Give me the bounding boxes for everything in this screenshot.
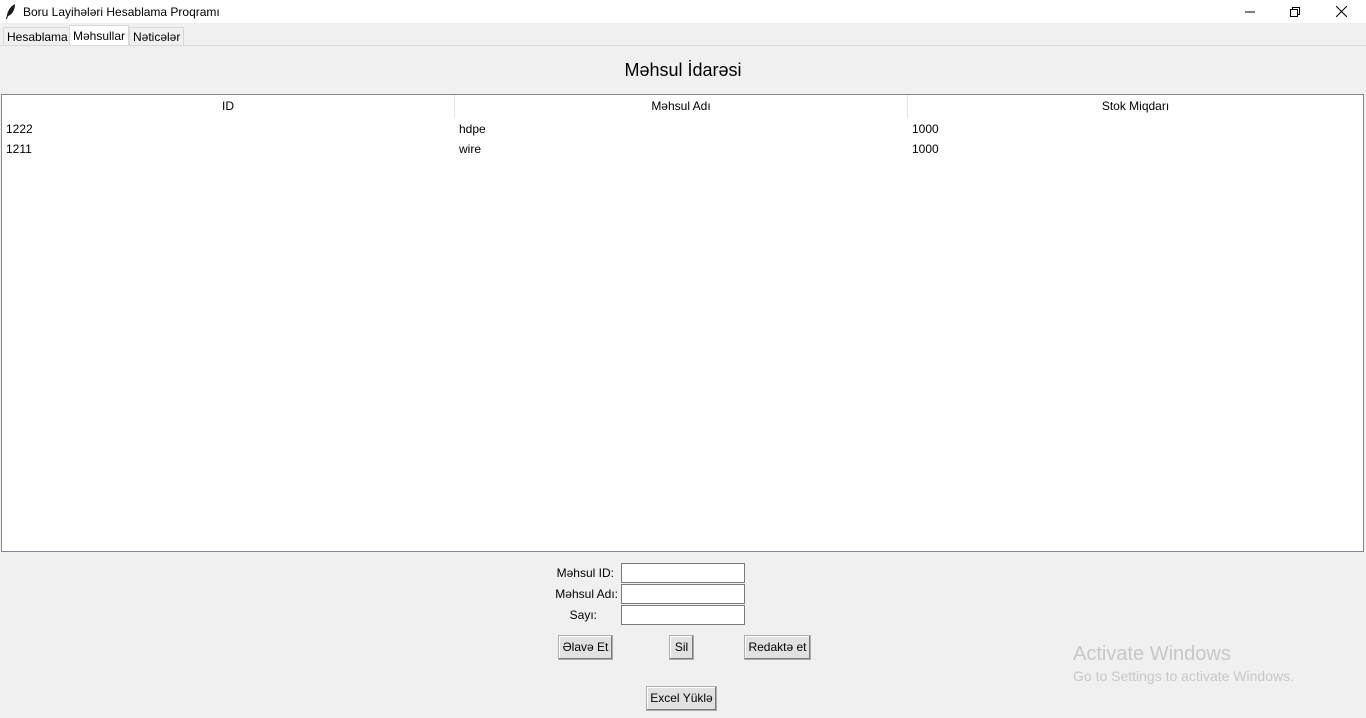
tab-bar: Hesablama Məhsullar Nəticələr [0,23,1366,46]
tab-hesablama[interactable]: Hesablama [3,27,72,46]
minimize-button[interactable] [1227,0,1273,23]
quantity-label: Sayı: [569,608,597,622]
column-header-id[interactable]: ID [2,95,455,118]
tab-neticeler[interactable]: Nəticələr [129,27,185,46]
column-header-stock[interactable]: Stok Miqdarı [908,95,1363,118]
add-button[interactable]: Əlavə Et [558,635,613,660]
restore-icon [1290,6,1300,17]
minimize-icon [1245,11,1255,12]
cell-stock: 1000 [912,142,939,156]
close-icon [1335,6,1347,17]
tab-panel-divider [0,45,1366,46]
table-row[interactable]: 1211 wire 1000 [2,139,1363,159]
window-title: Boru Layihələri Hesablama Proqramı [23,5,220,19]
activate-windows-title: Activate Windows [1073,643,1231,665]
product-name-label: Məhsul Adı: [555,587,618,601]
quantity-input[interactable] [621,605,745,625]
cell-name: wire [459,142,482,156]
tab-mehsullar[interactable]: Məhsullar [69,25,130,46]
product-id-label: Məhsul ID: [556,566,614,580]
table-row[interactable]: 1222 hdpe 1000 [2,119,1363,139]
table-header: ID Məhsul Adı Stok Miqdarı [2,95,1363,118]
product-name-input[interactable] [621,584,745,604]
product-id-input[interactable] [621,563,745,583]
cell-id: 1211 [6,142,32,156]
column-header-name[interactable]: Məhsul Adı [455,95,908,118]
cell-name: hdpe [459,122,486,136]
activate-windows-subtitle: Go to Settings to activate Windows. [1073,668,1294,684]
feather-icon [6,4,15,19]
restore-button[interactable] [1272,0,1318,23]
delete-button[interactable]: Sil [669,635,694,660]
page-title: Məhsul İdarəsi [624,60,742,80]
title-bar: Boru Layihələri Hesablama Proqramı [0,0,1366,23]
cell-stock: 1000 [912,122,939,136]
products-table[interactable]: ID Məhsul Adı Stok Miqdarı 1222 hdpe 100… [1,94,1364,552]
cell-id: 1222 [6,122,33,136]
edit-button[interactable]: Redaktə et [744,635,811,660]
close-button[interactable] [1318,0,1364,23]
excel-upload-button[interactable]: Excel Yüklə [646,686,717,711]
